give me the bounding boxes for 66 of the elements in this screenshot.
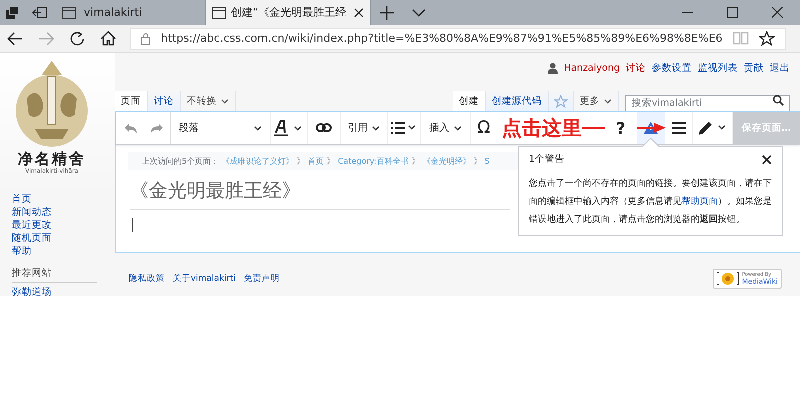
personal-link[interactable]: 参数设置 xyxy=(652,62,692,74)
search-icon[interactable] xyxy=(773,95,784,106)
tab-actions-icon[interactable] xyxy=(6,6,20,18)
sidebar-link[interactable]: 随机页面 xyxy=(12,232,115,245)
breadcrumb-separator: 》 xyxy=(297,156,306,166)
personal-link[interactable]: 讨论 xyxy=(626,62,646,74)
personal-link[interactable]: 贡献 xyxy=(744,62,764,74)
link-icon[interactable] xyxy=(308,112,341,144)
cite-dropdown[interactable]: 引用 xyxy=(341,112,388,144)
footer-link[interactable]: 隐私政策 xyxy=(129,273,165,285)
chevron-down-icon xyxy=(221,98,229,104)
breadcrumb-separator: 》 xyxy=(474,156,482,166)
address-bar[interactable]: https://abc.css.com.cn/wiki/index.php?title=%E3%80%8A%E9%87%91%E5%85%89%E6%98%8E%E6 xyxy=(130,28,786,50)
annotation-text: 点击这里 xyxy=(502,115,582,141)
close-icon[interactable] xyxy=(762,154,772,164)
new-tab-icon[interactable] xyxy=(380,6,394,20)
sidebar-link[interactable]: 新闻动态 xyxy=(12,206,115,219)
user-link[interactable]: Hanzaiyong xyxy=(564,62,620,74)
browser-tab[interactable]: 创建“《金光明最胜王经 xyxy=(206,0,371,25)
undo-icon[interactable] xyxy=(124,122,138,134)
action-tab[interactable]: 创建 xyxy=(453,91,486,111)
sidebar-link[interactable]: 帮助 xyxy=(12,245,115,258)
search-field[interactable]: 搜索vimalakirti xyxy=(625,94,790,112)
breadcrumb-separator: 》 xyxy=(412,156,420,166)
breadcrumb-separator: 》 xyxy=(327,156,336,166)
close-icon[interactable] xyxy=(772,7,783,18)
menu-icon[interactable] xyxy=(665,112,693,144)
personal-link[interactable]: 退出 xyxy=(770,62,790,74)
chevron-down-icon xyxy=(254,126,262,130)
page-icon xyxy=(62,6,76,18)
sidebar-link[interactable]: 弥勒道场 xyxy=(12,286,115,299)
page-tab[interactable]: 页面 xyxy=(115,91,148,111)
help-button[interactable]: ? xyxy=(605,112,637,144)
sidebar-link[interactable]: 首页 xyxy=(12,193,115,206)
action-tab[interactable]: 创建源代码 xyxy=(486,91,549,111)
maximize-icon[interactable] xyxy=(727,7,738,18)
paragraph-format-dropdown[interactable]: 段落 xyxy=(171,112,271,144)
logo-title: 净名精舍 xyxy=(18,151,86,168)
redo-icon[interactable] xyxy=(150,122,164,134)
footer-link[interactable]: 关于vimalakirti xyxy=(173,273,236,285)
pencil-icon[interactable] xyxy=(693,112,733,144)
list-icon[interactable] xyxy=(388,112,421,144)
minimize-icon[interactable] xyxy=(682,12,693,14)
chevron-down-icon[interactable] xyxy=(412,8,426,16)
chevron-down-icon xyxy=(372,126,380,130)
footer-link[interactable]: 免责声明 xyxy=(244,273,280,285)
star-icon[interactable] xyxy=(758,31,775,46)
popup-title: 1个警告 xyxy=(529,153,566,166)
page-tab[interactable]: 讨论 xyxy=(148,91,181,111)
sidebar-heading: 推荐网站 xyxy=(12,267,97,283)
special-character-button[interactable]: Ω xyxy=(471,112,497,144)
insert-dropdown[interactable]: 插入 xyxy=(421,112,471,144)
page-title-field[interactable]: 《金光明最胜王经》 xyxy=(130,178,510,210)
chevron-down-icon xyxy=(454,126,462,130)
chevron-down-icon xyxy=(604,98,612,104)
breadcrumb-label: 上次访问的5个页面： xyxy=(142,156,220,166)
warning-message: 您点击了一个尚不存在的页面的链接。要创建该页面，请在下面的编辑框中输入内容（更多信息请见帮助页面）。如果您是错误地进入了此页面，请点击您的浏览器的返回按钮。 xyxy=(529,178,772,227)
user-icon xyxy=(548,62,558,74)
lock-icon xyxy=(141,32,151,44)
text-style-icon[interactable] xyxy=(271,112,308,144)
set-aside-tabs-icon[interactable] xyxy=(32,6,48,18)
sidebar-link[interactable]: 最近更改 xyxy=(12,219,115,232)
close-icon[interactable] xyxy=(354,8,364,18)
page-icon xyxy=(212,6,226,18)
personal-link[interactable]: 监视列表 xyxy=(698,62,738,74)
help-page-link[interactable]: 帮助页面 xyxy=(682,197,718,207)
